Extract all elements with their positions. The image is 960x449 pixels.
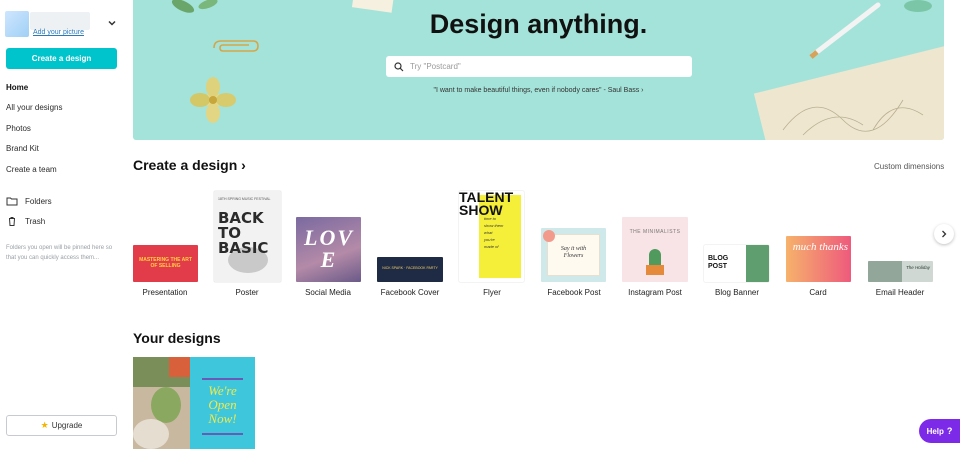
template-label-card[interactable]: Card [773, 288, 863, 297]
template-label-instagram-post[interactable]: Instagram Post [610, 288, 700, 297]
template-thumb-card[interactable]: much thanks [786, 236, 851, 282]
flower-decor-icon [190, 77, 236, 123]
template-label-poster[interactable]: Poster [202, 288, 292, 297]
template-thumb-presentation[interactable]: MASTERING THE ART OF SELLING [133, 245, 198, 282]
thumb-text: MASTERING THE ART OF SELLING [139, 257, 192, 269]
question-icon: ? [946, 426, 953, 436]
folders-hint: Folders you open will be pinned here so … [6, 245, 113, 261]
thumb-subtext: 18TH SPRING MUSIC FESTIVAL [218, 197, 271, 201]
thumb-text: TALENT SHOW [459, 191, 514, 218]
search-input[interactable] [410, 62, 680, 71]
design-card[interactable] [133, 357, 190, 449]
sidebar: Add your picture Create a design Home Al… [0, 0, 124, 449]
hero-banner: Design anything. "I want to make beautif… [133, 0, 944, 140]
avatar[interactable] [5, 11, 29, 37]
template-label-email-header[interactable]: Email Header [855, 288, 945, 297]
thumb-text: LOVE [304, 225, 354, 272]
thumb-text: BLOG POST [708, 255, 729, 270]
pot-icon [646, 265, 664, 275]
sidebar-item-brand-kit[interactable]: Brand Kit [6, 144, 39, 153]
template-label-facebook-cover[interactable]: Facebook Cover [365, 288, 455, 297]
your-designs-heading: Your designs [133, 330, 221, 346]
thumb-text: The Holiday [906, 265, 931, 270]
help-label: Help [926, 426, 944, 436]
thumb-text: NICK SPARK · FACEBOOK PARTY [382, 266, 438, 270]
template-thumb-flyer[interactable]: TALENT SHOW time to show them what you'r… [459, 191, 524, 282]
thumb-plate-graphic [133, 419, 169, 449]
thumb-text: Say it with Flowers [560, 246, 587, 259]
template-thumb-instagram-post[interactable]: THE MINIMALISTS [622, 217, 688, 282]
flower-decor-icon [543, 230, 555, 242]
thumb-rule [202, 378, 243, 380]
thumb-rule [202, 433, 243, 435]
template-thumb-poster[interactable]: 18TH SPRING MUSIC FESTIVAL BACK TO BASIC [214, 191, 281, 282]
custom-dimensions-link[interactable]: Custom dimensions [874, 162, 944, 171]
chevron-down-icon[interactable] [107, 18, 117, 28]
template-label-presentation[interactable]: Presentation [120, 288, 210, 297]
template-search[interactable] [386, 56, 692, 77]
template-label-blog-banner[interactable]: Blog Banner [692, 288, 782, 297]
upgrade-label: Upgrade [51, 421, 83, 430]
template-thumb-facebook-post[interactable]: Say it with Flowers [541, 228, 606, 282]
hero-title: Design anything. [429, 9, 648, 39]
add-picture-link[interactable]: Add your picture [33, 29, 84, 36]
trash-icon [9, 217, 15, 226]
search-icon [394, 61, 404, 71]
paperclip-icon [213, 40, 259, 52]
star-icon: ★ [40, 420, 49, 430]
template-label-social-media[interactable]: Social Media [283, 288, 373, 297]
template-thumb-social-media[interactable]: LOVE [296, 217, 361, 282]
template-label-flyer[interactable]: Flyer [447, 288, 537, 297]
create-design-button[interactable]: Create a design [6, 48, 117, 69]
thumb-text: THE MINIMALISTS [629, 229, 681, 235]
account-name-blurred [30, 12, 90, 30]
thumb-text: much thanks [792, 241, 848, 253]
carousel-next-button[interactable] [934, 224, 954, 244]
thumb-text: We're Open Now! [208, 383, 237, 426]
thumb-plant-graphic [746, 245, 769, 282]
sidebar-item-home[interactable]: Home [6, 83, 28, 92]
thumb-text: BACK TO BASIC [218, 209, 269, 257]
thumb-subtext: time to show them what you're made of [484, 216, 504, 249]
sidebar-item-all-designs[interactable]: All your designs [6, 103, 62, 112]
sidebar-item-folders[interactable]: Folders [25, 197, 52, 206]
upgrade-button[interactable]: ★ Upgrade [6, 415, 117, 436]
hero-quote-link[interactable]: "I want to make beautiful things, even i… [133, 87, 944, 94]
design-card[interactable]: We're Open Now! [190, 357, 255, 449]
template-thumb-email-header[interactable]: The Holiday [868, 261, 933, 282]
template-label-facebook-post[interactable]: Facebook Post [529, 288, 619, 297]
sidebar-item-trash[interactable]: Trash [25, 217, 45, 226]
thumb-photo [868, 261, 902, 282]
chevron-right-icon [942, 230, 947, 238]
template-thumb-facebook-cover[interactable]: NICK SPARK · FACEBOOK PARTY [377, 257, 443, 282]
template-thumb-blog-banner[interactable]: BLOG POST [704, 245, 769, 282]
help-button[interactable]: Help ? [919, 419, 960, 443]
thumb-fruit-graphic [169, 357, 190, 377]
folder-icon [6, 197, 18, 206]
sidebar-item-create-team[interactable]: Create a team [6, 165, 57, 174]
sidebar-item-photos[interactable]: Photos [6, 124, 31, 133]
thumb-grapes-graphic [151, 387, 181, 423]
create-design-heading[interactable]: Create a design › [133, 157, 246, 173]
